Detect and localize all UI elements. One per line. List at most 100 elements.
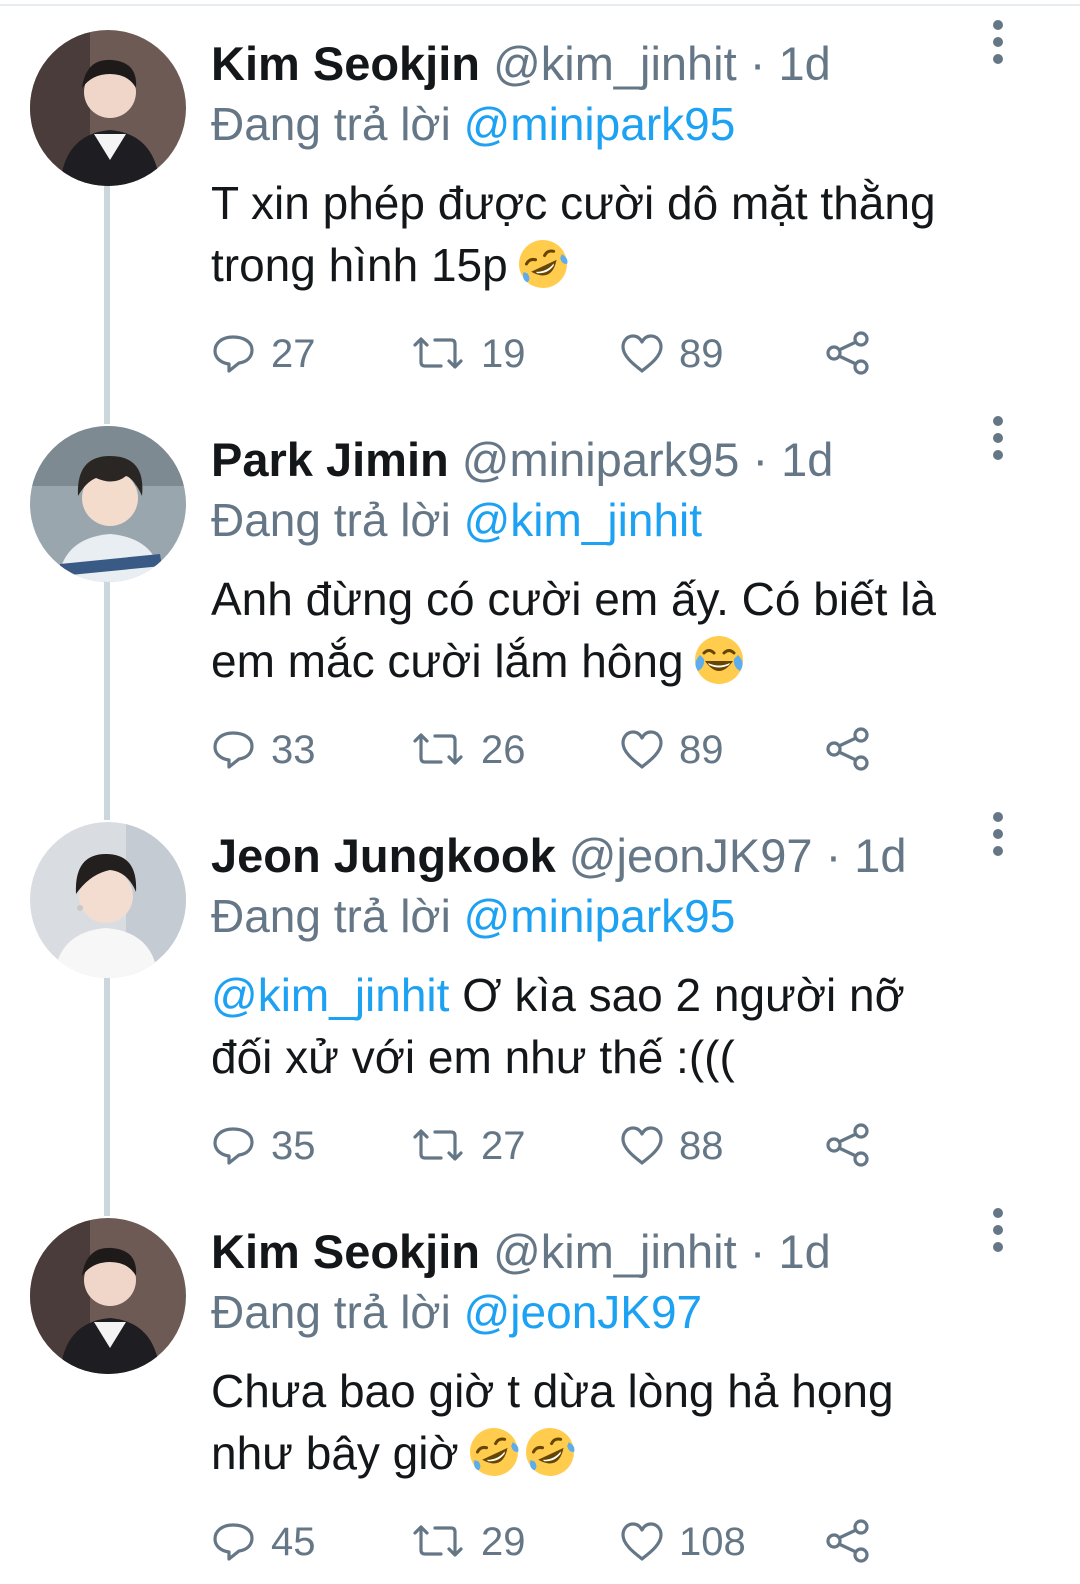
tweet-text-line: như bây giờ <box>211 1427 459 1479</box>
replying-to: Đang trả lời @kim_jinhit <box>211 490 702 550</box>
display-name[interactable]: Park Jimin <box>211 433 449 486</box>
reply-count: 45 <box>271 1519 316 1564</box>
separator: · <box>749 1225 766 1278</box>
reply-count: 27 <box>271 331 316 376</box>
like-count: 89 <box>679 331 724 376</box>
like-button[interactable]: 89 <box>619 722 724 778</box>
replying-to-mention[interactable]: @kim_jinhit <box>464 494 702 546</box>
tweet-text: @kim_jinhit Ơ kìa sao 2 người nỡ đối xử … <box>211 964 1031 1088</box>
tweet-text-line: Anh đừng có cười em ấy. Có biết là <box>211 573 937 625</box>
reply-icon <box>213 1127 254 1165</box>
replying-to-mention[interactable]: @minipark95 <box>464 890 736 942</box>
separator: · <box>752 433 769 486</box>
tweet-header: Park Jimin @minipark95 · 1d <box>211 430 833 490</box>
retweet-icon <box>413 1129 463 1161</box>
reply-button[interactable]: 33 <box>211 722 316 778</box>
tweet-actions: 35 27 88 <box>211 1118 911 1174</box>
retweet-button[interactable]: 29 <box>411 1514 526 1570</box>
tweet[interactable]: Kim Seokjin @kim_jinhit · 1d Đang trả lờ… <box>0 0 1080 396</box>
share-button[interactable] <box>825 326 885 382</box>
display-name[interactable]: Kim Seokjin <box>211 37 480 90</box>
tweet-text-line: Ơ kìa sao 2 người nỡ <box>449 969 905 1021</box>
tweet-actions: 27 19 89 <box>211 326 911 382</box>
retweet-button[interactable]: 19 <box>411 326 526 382</box>
more-vertical-icon[interactable] <box>978 408 1018 468</box>
username[interactable]: @kim_jinhit <box>493 1225 737 1278</box>
reply-count: 33 <box>271 727 316 772</box>
tweet-header: Kim Seokjin @kim_jinhit · 1d <box>211 1222 831 1282</box>
more-vertical-icon[interactable] <box>978 12 1018 72</box>
retweet-button[interactable]: 27 <box>411 1118 526 1174</box>
share-button[interactable] <box>825 1118 885 1174</box>
share-icon <box>826 727 869 771</box>
retweet-icon <box>413 337 463 369</box>
share-button[interactable] <box>825 722 885 778</box>
body-mention[interactable]: @kim_jinhit <box>211 969 449 1021</box>
reply-icon <box>213 335 254 373</box>
like-button[interactable]: 88 <box>619 1118 724 1174</box>
retweet-icon <box>413 1525 463 1557</box>
replying-to: Đang trả lời @jeonJK97 <box>211 1282 702 1342</box>
tweet-text-line: trong hình 15p <box>211 239 508 291</box>
replying-to-mention[interactable]: @jeonJK97 <box>464 1286 703 1338</box>
reply-button[interactable]: 35 <box>211 1118 316 1174</box>
rolling-on-floor-laughing-emoji <box>466 1425 521 1479</box>
tweet-actions: 33 26 89 <box>211 722 911 778</box>
retweet-icon <box>413 733 463 765</box>
timestamp[interactable]: 1d <box>778 1225 830 1278</box>
like-button[interactable]: 108 <box>619 1514 746 1570</box>
tweet-text: Anh đừng có cười em ấy. Có biết là em mắ… <box>211 568 1031 692</box>
tweet-header: Kim Seokjin @kim_jinhit · 1d <box>211 34 831 94</box>
like-count: 108 <box>679 1519 746 1564</box>
username[interactable]: @minipark95 <box>462 433 740 486</box>
timestamp[interactable]: 1d <box>778 37 830 90</box>
tweet-text-line: Chưa bao giờ t dừa lòng hả họng <box>211 1365 894 1417</box>
tweet-header: Jeon Jungkook @jeonJK97 · 1d <box>211 826 907 886</box>
share-button[interactable] <box>825 1514 885 1570</box>
reply-button[interactable]: 27 <box>211 326 316 382</box>
share-icon <box>826 1123 869 1167</box>
timestamp[interactable]: 1d <box>854 829 906 882</box>
separator: · <box>825 829 842 882</box>
heart-icon <box>621 730 663 769</box>
like-count: 89 <box>679 727 724 772</box>
tweet[interactable]: Jeon Jungkook @jeonJK97 · 1d Đang trả lờ… <box>0 792 1080 1188</box>
replying-to: Đang trả lời @minipark95 <box>211 886 735 946</box>
tweet[interactable]: Kim Seokjin @kim_jinhit · 1d Đang trả lờ… <box>0 1188 1080 1584</box>
heart-icon <box>621 1126 663 1165</box>
more-vertical-icon[interactable] <box>978 804 1018 864</box>
username[interactable]: @jeonJK97 <box>569 829 813 882</box>
avatar[interactable] <box>30 426 186 582</box>
replying-to-label: Đang trả lời <box>211 494 451 546</box>
replying-to-label: Đang trả lời <box>211 890 451 942</box>
retweet-count: 29 <box>481 1519 526 1564</box>
replying-to-label: Đang trả lời <box>211 1286 451 1338</box>
tweet-text-line: đối xử với em như thế :((( <box>211 1031 735 1083</box>
more-vertical-icon[interactable] <box>978 1200 1018 1260</box>
reply-count: 35 <box>271 1123 316 1168</box>
tweet-text-line: em mắc cười lắm hông <box>211 635 684 687</box>
rolling-on-floor-laughing-emoji <box>522 1425 577 1479</box>
avatar[interactable] <box>30 1218 186 1374</box>
tweet-text-line: T xin phép được cười dô mặt thằng <box>211 177 936 229</box>
display-name[interactable]: Jeon Jungkook <box>211 829 556 882</box>
rolling-on-floor-laughing-emoji <box>515 237 570 291</box>
username[interactable]: @kim_jinhit <box>493 37 737 90</box>
reply-thread: Kim Seokjin @kim_jinhit · 1d Đang trả lờ… <box>0 0 1080 1564</box>
replying-to-mention[interactable]: @minipark95 <box>464 98 736 150</box>
reply-icon <box>213 1523 254 1561</box>
like-button[interactable]: 89 <box>619 326 724 382</box>
like-count: 88 <box>679 1123 724 1168</box>
display-name[interactable]: Kim Seokjin <box>211 1225 480 1278</box>
share-icon <box>826 331 869 375</box>
retweet-button[interactable]: 26 <box>411 722 526 778</box>
tweet-text: Chưa bao giờ t dừa lòng hả họng như bây … <box>211 1360 1031 1484</box>
avatar[interactable] <box>30 822 186 978</box>
share-icon <box>826 1519 869 1563</box>
reply-button[interactable]: 45 <box>211 1514 316 1570</box>
avatar[interactable] <box>30 30 186 186</box>
retweet-count: 19 <box>481 331 526 376</box>
face-with-tears-of-joy-emoji <box>693 634 745 686</box>
timestamp[interactable]: 1d <box>781 433 833 486</box>
tweet[interactable]: Park Jimin @minipark95 · 1d Đang trả lời… <box>0 396 1080 792</box>
